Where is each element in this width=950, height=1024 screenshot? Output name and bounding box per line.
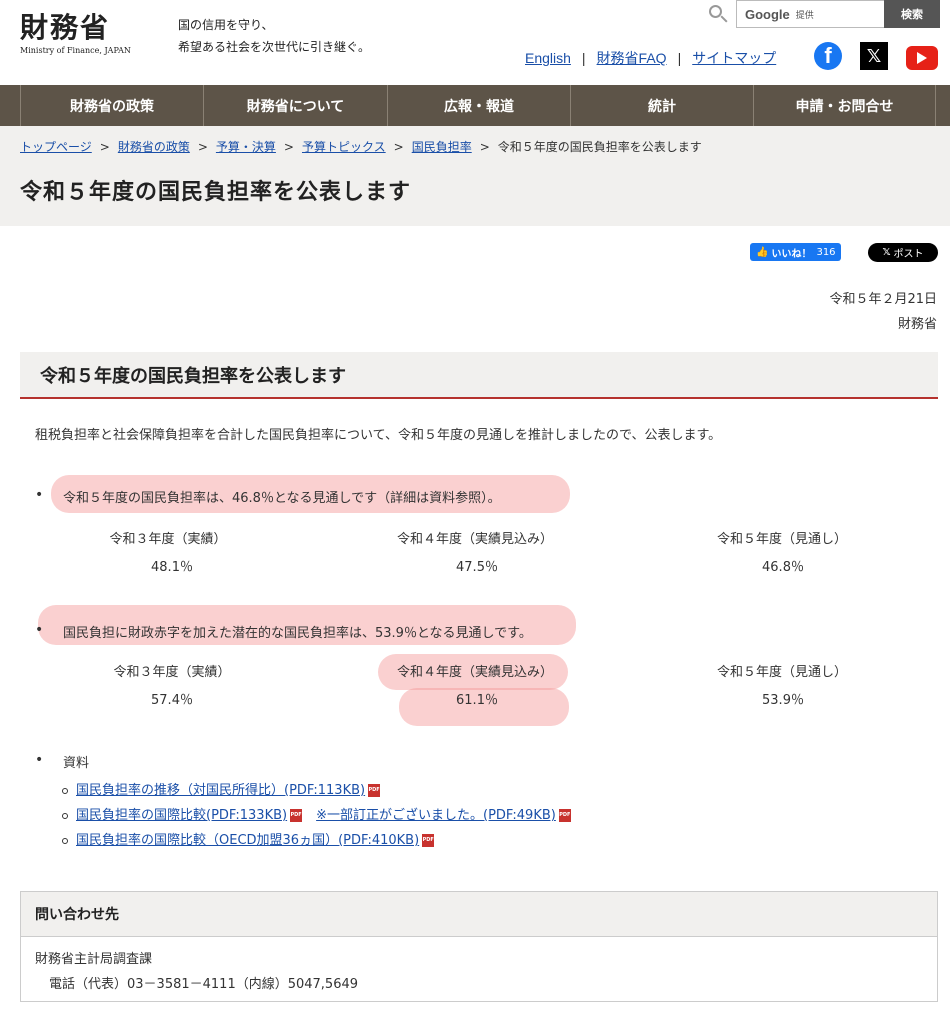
burden-col-value: 48.1％ — [151, 560, 193, 575]
x-icon: 𝕏 — [882, 247, 891, 258]
separator: | — [581, 50, 586, 66]
thumbs-up-icon: 👍 — [756, 246, 769, 258]
nav-item-press[interactable]: 広報・報道 — [387, 85, 570, 126]
material-link-international[interactable]: 国民負担率の国際比較(PDF:133KB) — [76, 803, 287, 828]
breadcrumb-separator: > — [393, 139, 404, 154]
breadcrumb-separator: > — [479, 139, 490, 154]
potential-col-value: 61.1％ — [456, 693, 498, 708]
contact-phone: 電話（代表）03－3581－4111（内線）5047,5649 — [49, 977, 359, 992]
publish-date: 令和５年２月21日 — [829, 292, 937, 307]
circle-bullet-icon — [62, 837, 68, 844]
youtube-icon[interactable] — [906, 46, 938, 70]
contact-box: 問い合わせ先 財務省主計局調査課 電話（代表）03－3581－4111（内線）5… — [20, 891, 938, 1002]
breadcrumb-link[interactable]: 国民負担率 — [412, 138, 472, 155]
search-input[interactable]: Google 提供 — [736, 0, 884, 28]
page-title: 令和５年度の国民負担率を公表します — [20, 180, 412, 205]
material-link-correction[interactable]: ※一部訂正がございました。(PDF:49KB) — [316, 803, 556, 828]
breadcrumb-separator: > — [283, 139, 294, 154]
potential-col-label: 令和５年度（見通し） — [716, 665, 847, 680]
pdf-icon: PDF — [558, 809, 571, 822]
breadcrumb-link[interactable]: 財務省の政策 — [118, 138, 190, 155]
breadcrumb-link[interactable]: トップページ — [20, 138, 92, 155]
nav-item-contact[interactable]: 申請・お問合せ — [753, 85, 936, 126]
tagline: 国の信用を守り、 希望ある社会を次世代に引き継ぐ。 — [178, 14, 370, 58]
logo-main-text: 財務省 — [20, 11, 111, 44]
burden-col-label: 令和３年度（実績） — [109, 532, 227, 547]
materials-list: 国民負担率の推移（対国民所得比）(PDF:113KB) PDF 国民負担率の国際… — [62, 778, 571, 853]
burden-col-label: 令和５年度（見通し） — [716, 532, 847, 547]
potential-col-value: 57.4％ — [151, 693, 193, 708]
nav-item-about[interactable]: 財務省について — [203, 85, 387, 126]
burden-col-value: 47.5％ — [456, 560, 498, 575]
burden-col-value: 46.8％ — [762, 560, 804, 575]
list-item: 国民負担率の国際比較(PDF:133KB) PDF ※一部訂正がございました。(… — [62, 803, 571, 828]
site-header: 財務省 Ministry of Finance, JAPAN 国の信用を守り、 … — [0, 0, 950, 85]
separator: | — [677, 50, 682, 66]
breadcrumb-link[interactable]: 予算トピックス — [302, 138, 386, 155]
potential-burden-text: 国民負担に財政赤字を加えた潜在的な国民負担率は、53.9％となる見通しです。 — [63, 626, 532, 641]
pdf-icon: PDF — [422, 834, 435, 847]
publisher: 財務省 — [897, 317, 937, 332]
faq-link[interactable]: 財務省FAQ — [597, 48, 667, 68]
breadcrumb-separator: > — [99, 139, 110, 154]
potential-col-value: 53.9％ — [762, 693, 804, 708]
sitemap-link[interactable]: サイトマップ — [692, 48, 776, 68]
bullet: • — [35, 752, 44, 768]
intro-text: 租税負担率と社会保障負担率を合計した国民負担率について、令和５年度の見通しを推計… — [35, 428, 722, 443]
breadcrumb-current: 令和５年度の国民負担率を公表します — [497, 140, 702, 154]
burden-col-label: 令和４年度（実績見込み） — [396, 532, 553, 547]
circle-bullet-icon — [62, 787, 68, 794]
x-post-button[interactable]: 𝕏 ポスト — [868, 243, 938, 262]
logo-sub-text: Ministry of Finance, JAPAN — [20, 46, 131, 55]
like-count: 316 — [816, 246, 836, 258]
circle-bullet-icon — [62, 812, 68, 819]
global-nav: 財務省の政策 財務省について 広報・報道 統計 申請・お問合せ — [0, 85, 950, 126]
facebook-like-button[interactable]: 👍 いいね！ 316 — [750, 243, 841, 261]
x-icon[interactable]: 𝕏 — [860, 42, 888, 70]
site-logo[interactable]: 財務省 Ministry of Finance, JAPAN — [20, 11, 131, 56]
materials-label: 資料 — [63, 756, 90, 771]
pdf-icon: PDF — [368, 784, 381, 797]
utility-links: English | 財務省FAQ | サイトマップ — [525, 48, 776, 68]
breadcrumb-link[interactable]: 予算・決算 — [216, 138, 276, 155]
potential-col-label: 令和３年度（実績） — [113, 665, 231, 680]
tagline-line2: 希望ある社会を次世代に引き継ぐ。 — [178, 40, 371, 54]
section-heading: 令和５年度の国民負担率を公表します — [20, 352, 938, 399]
facebook-icon[interactable]: f — [814, 42, 842, 70]
bullet: • — [35, 622, 44, 638]
like-label: いいね！ — [771, 248, 812, 260]
tagline-line1: 国の信用を守り、 — [178, 18, 274, 32]
bullet: • — [35, 487, 44, 503]
google-suffix: 提供 — [795, 10, 814, 21]
list-item: 国民負担率の推移（対国民所得比）(PDF:113KB) PDF — [62, 778, 571, 803]
google-label: Google — [745, 6, 790, 22]
list-item: 国民負担率の国際比較（OECD加盟36ヵ国）(PDF:410KB) PDF — [62, 828, 571, 853]
search-button[interactable]: 検索 — [884, 0, 940, 28]
breadcrumb-separator: > — [197, 139, 208, 154]
site-search: Google 提供 検索 — [706, 0, 940, 28]
nav-item-policy[interactable]: 財務省の政策 — [20, 85, 203, 126]
potential-col-label: 令和４年度（実績見込み） — [396, 665, 553, 680]
material-link-oecd[interactable]: 国民負担率の国際比較（OECD加盟36ヵ国）(PDF:410KB) — [76, 828, 419, 853]
publish-meta: 令和５年２月21日 財務省 — [829, 287, 937, 337]
contact-body: 財務省主計局調査課 電話（代表）03－3581－4111（内線）5047,564… — [21, 937, 937, 997]
english-link[interactable]: English — [525, 50, 571, 66]
material-link-trend[interactable]: 国民負担率の推移（対国民所得比）(PDF:113KB) — [76, 778, 365, 803]
search-icon — [706, 2, 730, 26]
nav-item-statistics[interactable]: 統計 — [570, 85, 753, 126]
breadcrumb: トップページ > 財務省の政策 > 予算・決算 > 予算トピックス > 国民負担… — [20, 138, 702, 155]
title-band: トップページ > 財務省の政策 > 予算・決算 > 予算トピックス > 国民負担… — [0, 126, 950, 226]
contact-heading: 問い合わせ先 — [21, 892, 937, 937]
contact-department: 財務省主計局調査課 — [35, 952, 153, 967]
burden-rate-text: 令和５年度の国民負担率は、46.8％となる見通しです（詳細は資料参照）。 — [63, 491, 501, 506]
pdf-icon: PDF — [290, 809, 303, 822]
post-label: ポスト — [893, 249, 924, 260]
